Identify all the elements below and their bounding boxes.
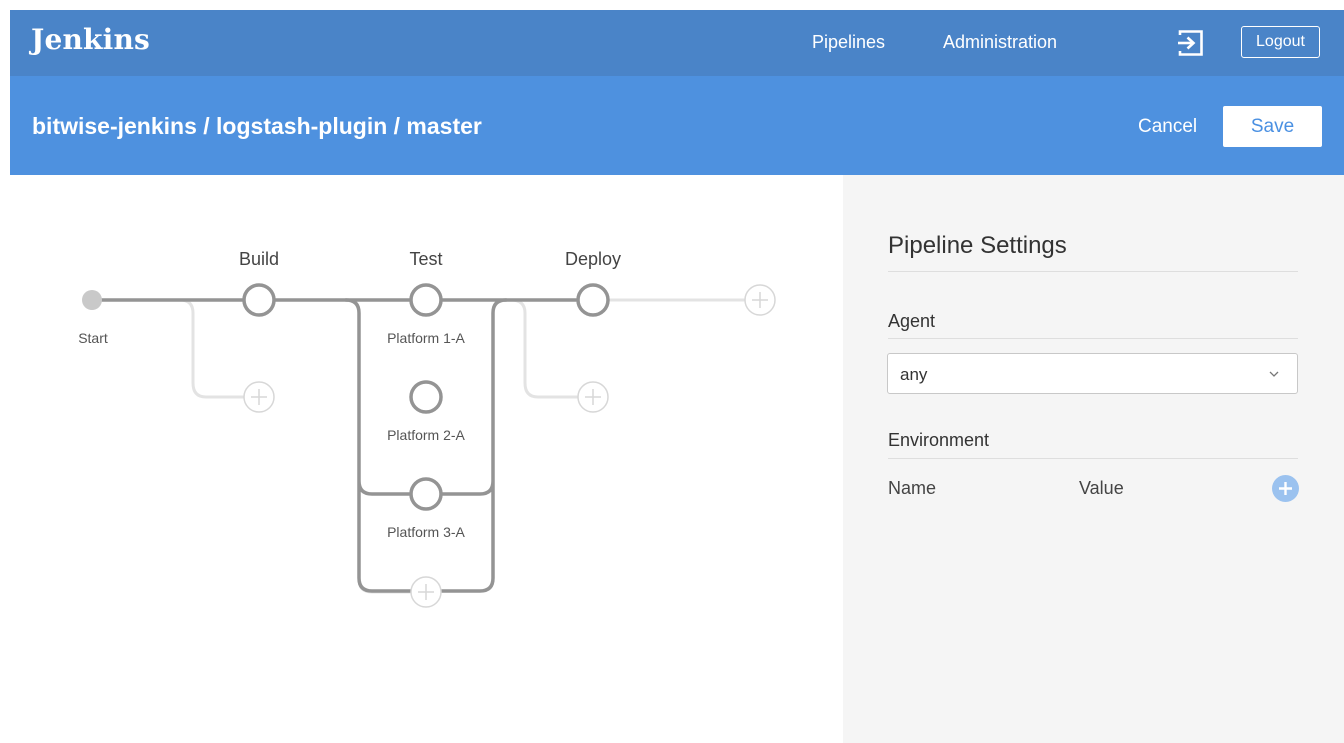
divider [888, 458, 1298, 459]
start-label: Start [78, 330, 108, 346]
add-branch-test-plus-icon[interactable] [410, 576, 442, 608]
top-navigation-bar: Jenkins Pipelines Administration Logout [10, 10, 1344, 76]
build-add-connector [178, 298, 246, 399]
agent-select-value: any [900, 365, 928, 384]
branch-label-2: Platform 2-A [387, 427, 465, 443]
branch-label-3: Platform 3-A [387, 524, 465, 540]
stage-test-node[interactable] [409, 283, 443, 317]
test-add-connector [357, 311, 413, 594]
add-environment-variable-button[interactable] [1272, 475, 1299, 502]
branch-label-1: Platform 1-A [387, 330, 465, 346]
deploy-add-connector [509, 298, 580, 399]
stage-build-label: Build [239, 249, 279, 269]
pipeline-settings-panel: Pipeline Settings Agent any Environment … [843, 175, 1344, 743]
env-value-column-header: Value [1079, 478, 1124, 498]
stage-deploy-label: Deploy [565, 249, 621, 269]
stage-test-label: Test [409, 249, 442, 269]
add-branch-deploy-plus-icon[interactable] [577, 381, 609, 413]
cancel-button[interactable]: Cancel [1138, 116, 1197, 138]
breadcrumb: bitwise-jenkins / logstash-plugin / mast… [32, 113, 482, 139]
stage-test-branch-3-node[interactable] [409, 477, 443, 511]
login-arrow-icon[interactable] [1176, 29, 1204, 57]
stage-deploy-node[interactable] [576, 283, 610, 317]
settings-title: Pipeline Settings [888, 232, 1067, 259]
divider [888, 271, 1298, 272]
jenkins-app: Jenkins Pipelines Administration Logout … [10, 10, 1344, 743]
nav-pipelines-link[interactable]: Pipelines [812, 32, 885, 53]
agent-select[interactable]: any [887, 353, 1298, 394]
agent-label: Agent [888, 311, 936, 331]
logout-button[interactable]: Logout [1241, 26, 1320, 58]
stage-build-node[interactable] [242, 283, 276, 317]
chevron-down-icon [1269, 371, 1279, 377]
plus-icon [1279, 482, 1292, 495]
environment-label: Environment [888, 430, 990, 450]
pipeline-editor-canvas: Start Build Test Deploy Platform 1-A Pla… [10, 175, 843, 743]
pipeline-graph: Start Build Test Deploy Platform 1-A Pla… [78, 249, 776, 608]
add-stage-end-plus-icon[interactable] [744, 284, 776, 316]
add-branch-build-plus-icon[interactable] [243, 381, 275, 413]
start-node [82, 290, 102, 310]
stage-test-branch-2-node[interactable] [409, 380, 443, 414]
jenkins-logo[interactable]: Jenkins [31, 23, 150, 56]
divider [888, 338, 1298, 339]
nav-administration-link[interactable]: Administration [943, 32, 1057, 53]
pipeline-header: bitwise-jenkins / logstash-plugin / mast… [10, 76, 1344, 175]
save-button[interactable]: Save [1223, 106, 1322, 147]
env-name-column-header: Name [888, 478, 937, 498]
